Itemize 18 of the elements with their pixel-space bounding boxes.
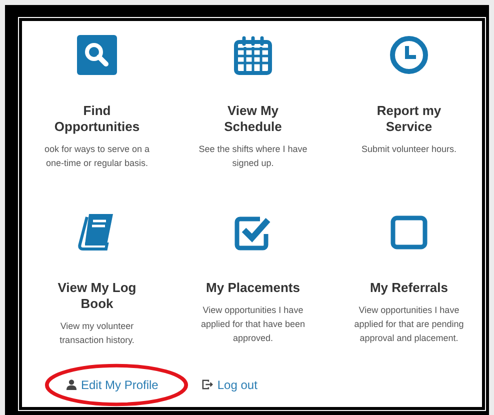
search-icon[interactable] [77,35,117,75]
clock-icon[interactable] [389,35,429,75]
sign-out-icon [202,379,214,390]
tile-description: See the shifts where I have signed up. [198,143,308,170]
tile-description: Submit volunteer hours. [360,143,458,156]
tile-title[interactable]: View My Schedule [203,103,303,135]
nav-link[interactable]: Log out [202,378,258,392]
user-icon [66,379,77,390]
tile-description: View opportunities I have applied for that have been approved. [200,304,306,345]
tile-description: View my volunteer transaction history. [58,320,136,347]
tile-title[interactable]: My Placements [203,280,303,296]
tile-title[interactable]: Find Opportunities [47,103,147,135]
tile-title[interactable]: Report my Service [359,103,459,135]
calendar-icon[interactable] [233,35,273,75]
tile-title[interactable]: My Referrals [359,280,459,296]
tile-description: ook for ways to serve on a one-time or regular basis. [43,143,151,170]
tile-title[interactable]: View My Log Book [47,280,147,312]
tile-description: View opportunities I have applied for that are pending approval and placement. [353,304,465,345]
